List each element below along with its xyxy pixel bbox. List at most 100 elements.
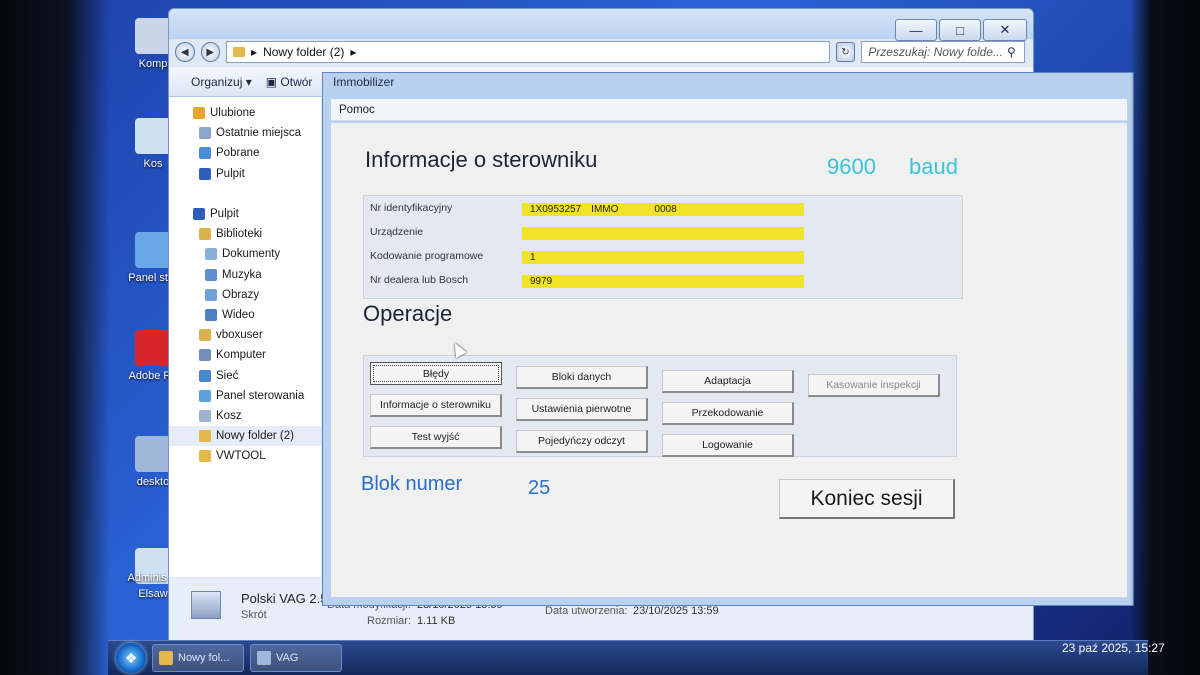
- address-text: Nowy folder (2): [263, 45, 345, 59]
- start-button[interactable]: ❖: [116, 643, 146, 673]
- address-row: ◀ ▶ ▸ Nowy folder (2) ▸ ↻ Przeszukaj: No…: [175, 39, 1025, 65]
- operation-button[interactable]: Pojedyńczy odczyt: [516, 430, 648, 453]
- nav-item[interactable]: Nowy folder (2): [169, 426, 321, 447]
- created-label: Data utworzenia:: [545, 605, 628, 617]
- nav-item[interactable]: Wideo: [169, 305, 321, 325]
- desktop-shortcut-icon: [135, 330, 171, 366]
- nav-item-label: Pulpit: [216, 167, 245, 180]
- nav-item-icon: [199, 389, 211, 402]
- nav-item-label: Pulpit: [210, 208, 239, 221]
- close-icon: ✕: [999, 22, 1011, 37]
- taskbar-vag-button[interactable]: VAG: [250, 644, 342, 672]
- close-button[interactable]: ✕: [983, 19, 1027, 41]
- operation-button[interactable]: Przekodowanie: [662, 402, 794, 425]
- nav-item-label: Komputer: [216, 349, 266, 362]
- operation-button[interactable]: Adaptacja: [662, 370, 794, 393]
- menu-help[interactable]: Pomoc: [339, 104, 375, 116]
- nav-item-label: Sieć: [216, 369, 239, 382]
- operation-button[interactable]: Test wyjść: [370, 426, 502, 449]
- nav-item-icon: [199, 369, 211, 382]
- info-row: Nr dealera lub Bosch 9979: [370, 272, 960, 294]
- menu-bar: Pomoc: [331, 99, 1127, 121]
- nav-item-label: Ostatnie miejsca: [216, 127, 302, 140]
- operation-button[interactable]: Informacje o sterowniku: [370, 394, 502, 417]
- nav-item[interactable]: Komputer: [169, 345, 321, 365]
- operation-button[interactable]: Logowanie: [662, 434, 794, 457]
- back-button[interactable]: ◀: [175, 42, 195, 62]
- block-number-value: 25: [528, 477, 551, 499]
- nav-item[interactable]: Muzyka: [169, 265, 321, 285]
- nav-item[interactable]: Sieć: [169, 365, 321, 385]
- nav-item-icon: [193, 107, 205, 120]
- controller-info-heading: Informacje o sterowniku: [365, 147, 598, 172]
- nav-item[interactable]: Biblioteki: [169, 224, 321, 244]
- address-bar[interactable]: ▸ Nowy folder (2) ▸: [226, 41, 830, 63]
- nav-item-label: vboxuser: [216, 329, 263, 342]
- nav-item[interactable]: VWTOOL: [169, 446, 321, 466]
- taskbar-explorer-button[interactable]: Nowy fol...: [152, 644, 244, 672]
- nav-item-icon: [205, 248, 217, 261]
- desktop-shortcut-icon: [135, 436, 171, 472]
- window-icon: ▣: [265, 74, 278, 89]
- nav-item-icon: [199, 127, 211, 140]
- taskbar: ❖ Nowy fol... VAG: [108, 640, 1148, 675]
- nav-item[interactable]: Dokumenty: [169, 244, 321, 264]
- operation-button[interactable]: Ustawienia pierwotne: [516, 398, 648, 421]
- info-value-part: 0008: [654, 204, 677, 215]
- search-input[interactable]: Przeszukaj: Nowy folde... ⚲: [861, 41, 1025, 63]
- nav-item[interactable]: Ulubione: [169, 103, 321, 123]
- info-value: 1: [522, 251, 804, 264]
- nav-item[interactable]: vboxuser: [169, 325, 321, 345]
- nav-item[interactable]: Pulpit: [169, 204, 321, 224]
- nav-item[interactable]: Pobrane: [169, 143, 321, 163]
- nav-item[interactable]: Panel sterowania: [169, 386, 321, 406]
- nav-item-icon: [199, 228, 211, 241]
- nav-item-icon: [205, 268, 217, 281]
- operation-button: Kasowanie inspekcji: [808, 374, 940, 397]
- open-button[interactable]: ▣ Otwór: [266, 75, 313, 89]
- nav-item[interactable]: Kosz: [169, 406, 321, 426]
- refresh-button[interactable]: ↻: [835, 42, 856, 62]
- organize-button[interactable]: Organizuj ▾: [191, 75, 252, 89]
- operation-button[interactable]: Błędy: [370, 362, 502, 385]
- info-value: 9979: [522, 275, 804, 288]
- open-label: Otwór: [280, 74, 313, 89]
- nav-item-icon: [199, 430, 211, 443]
- refresh-icon: ↻: [841, 46, 850, 58]
- nav-item[interactable]: Obrazy: [169, 285, 321, 305]
- info-row: Urządzenie: [370, 224, 960, 246]
- nav-item[interactable]: Pulpit: [169, 164, 321, 184]
- file-type: Skrót: [241, 609, 267, 621]
- nav-item-label: Dokumenty: [222, 248, 281, 261]
- search-placeholder: Przeszukaj: Nowy folde...: [868, 45, 1003, 59]
- minimize-button[interactable]: —: [895, 19, 937, 41]
- immobilizer-client-area: Informacje o sterowniku 9600 baud Nr ide…: [331, 123, 1127, 597]
- chevron-right-icon: ▸: [350, 45, 357, 59]
- nav-item-label: Pobrane: [216, 147, 260, 160]
- baud-unit: baud: [909, 154, 958, 179]
- nav-item-label: Kosz: [216, 409, 242, 422]
- maximize-icon: □: [956, 22, 964, 38]
- chevron-down-icon: ▾: [245, 74, 252, 89]
- windows-logo-icon: ❖: [124, 649, 138, 666]
- nav-item-label: Panel sterowania: [216, 389, 305, 402]
- info-label: Nr identyfikacyjny: [370, 202, 453, 214]
- taskbar-item-label: Nowy fol...: [178, 652, 230, 664]
- nav-item-label: Obrazy: [222, 288, 260, 301]
- computer-shortcut-icon: [191, 591, 221, 619]
- immobilizer-window: Immobilizer Pomoc Informacje o sterownik…: [322, 72, 1134, 606]
- taskbar-item-label: VAG: [276, 652, 299, 664]
- forward-button[interactable]: ▶: [200, 42, 221, 62]
- computer-icon: [257, 651, 271, 665]
- created-value: 23/10/2025 13:59: [633, 605, 719, 617]
- screen-bezel-right: [1130, 0, 1200, 675]
- operation-button[interactable]: Bloki danych: [516, 366, 648, 389]
- nav-item-icon: [199, 409, 211, 422]
- nav-item-icon: [199, 147, 211, 160]
- end-session-button[interactable]: Koniec sesji: [779, 479, 955, 519]
- maximize-button[interactable]: □: [939, 19, 981, 41]
- nav-item[interactable]: Ostatnie miejsca: [169, 123, 321, 143]
- info-value-part: 1: [530, 252, 536, 263]
- forward-arrow-icon: ▶: [206, 46, 215, 58]
